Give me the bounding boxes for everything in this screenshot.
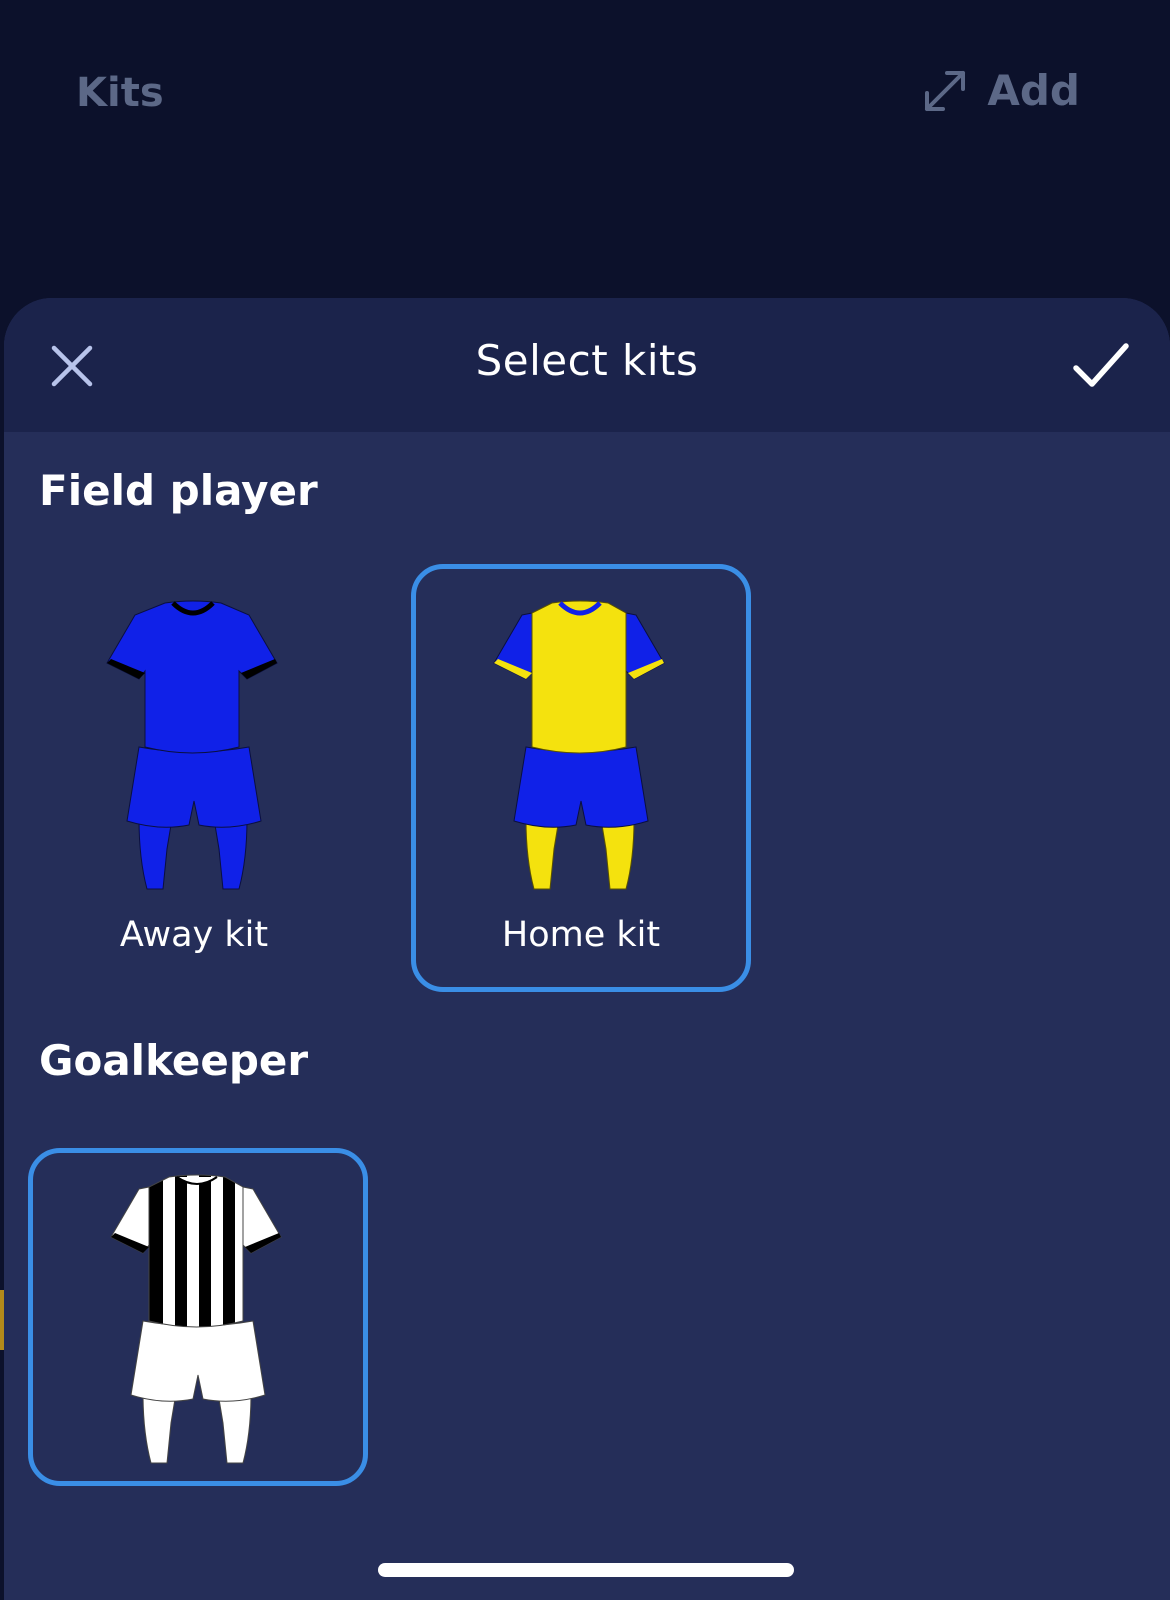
checkmark-icon [1070, 343, 1134, 398]
home-kit-icon [493, 600, 665, 890]
add-label: Add [987, 66, 1080, 115]
expand-arrows-icon [921, 67, 969, 115]
away-kit-icon [106, 600, 278, 890]
kit-label: Home kit [501, 915, 661, 955]
select-kits-sheet: Select kits Field player Away kit Home k… [4, 298, 1170, 1600]
kit-card-away[interactable]: Away kit [44, 564, 344, 974]
kit-label: Away kit [119, 915, 269, 955]
page-title: Kits [76, 70, 164, 116]
home-indicator [378, 1563, 794, 1577]
section-title-field-player: Field player [39, 466, 318, 515]
add-button[interactable]: Add [921, 66, 1080, 115]
top-bar: Kits Add [0, 0, 1170, 200]
confirm-button[interactable] [1070, 338, 1134, 394]
sheet-title: Select kits [475, 336, 699, 385]
section-title-goalkeeper: Goalkeeper [39, 1036, 309, 1085]
kit-card-home[interactable]: Home kit [411, 564, 751, 992]
kit-card-goalkeeper[interactable] [28, 1148, 368, 1486]
goalkeeper-kit-icon [110, 1174, 282, 1464]
sheet-header: Select kits [4, 298, 1170, 432]
